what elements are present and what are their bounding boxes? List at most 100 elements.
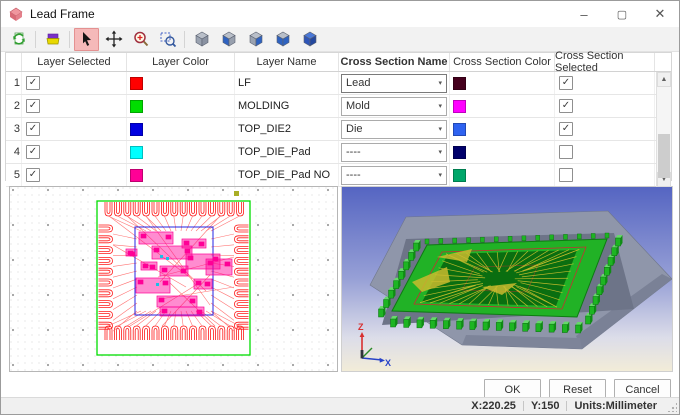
row-number: 3 xyxy=(6,118,22,140)
header-cross-section-color: Cross Section Color xyxy=(450,53,555,71)
cross-section-color-swatch[interactable] xyxy=(453,146,466,159)
cross-section-color-swatch[interactable] xyxy=(453,169,466,182)
table-row: 4 ✓ TOP_DIE_Pad ----▾ xyxy=(6,141,656,164)
close-button[interactable]: ✕ xyxy=(641,1,679,27)
axis-x-label: X xyxy=(385,358,391,368)
layer-palette-button[interactable] xyxy=(40,28,65,51)
view-cube-icon xyxy=(274,30,292,48)
layer-selected-checkbox[interactable]: ✓ xyxy=(26,145,40,159)
view-cube-shaded-button[interactable] xyxy=(297,28,322,51)
toolbar-separator xyxy=(184,31,185,48)
cross-section-selected-checkbox[interactable] xyxy=(559,145,573,159)
table-row: 1 ✓ LF Lead ▾ ✓ xyxy=(6,72,656,95)
toolbar-separator xyxy=(35,31,36,48)
cross-section-value: Lead xyxy=(346,77,370,89)
layer-selected-checkbox[interactable]: ✓ xyxy=(26,122,40,136)
layer-selected-checkbox[interactable]: ✓ xyxy=(26,76,40,90)
pan-icon xyxy=(105,30,123,48)
zoom-window-icon xyxy=(159,30,177,48)
select-cursor-button[interactable] xyxy=(74,28,99,51)
3d-viewport[interactable]: Z X xyxy=(341,186,673,372)
cross-section-dropdown[interactable]: Die ▾ xyxy=(341,120,447,139)
cross-section-selected-checkbox[interactable]: ✓ xyxy=(559,76,573,90)
cross-section-selected-checkbox[interactable]: ✓ xyxy=(559,122,573,136)
cross-section-color-swatch[interactable] xyxy=(453,100,466,113)
row-number: 1 xyxy=(6,72,22,94)
view-cube-iso-button[interactable] xyxy=(189,28,214,51)
status-x: X:220.25 xyxy=(471,400,516,412)
header-num xyxy=(6,53,22,71)
layer-name: MOLDING xyxy=(235,100,289,112)
table-header-row: Layer Selected Layer Color Layer Name Cr… xyxy=(6,53,671,72)
layer-color-swatch[interactable] xyxy=(130,123,143,136)
chevron-down-icon: ▾ xyxy=(438,171,442,179)
layer-table: Layer Selected Layer Color Layer Name Cr… xyxy=(5,52,672,181)
cross-section-selected-checkbox[interactable] xyxy=(559,168,573,182)
minimize-button[interactable]: – xyxy=(565,1,603,27)
window-title: Lead Frame xyxy=(30,7,95,21)
leadframe-3d-render: Z X xyxy=(342,187,672,371)
view-cube-front-button[interactable] xyxy=(270,28,295,51)
scroll-up-arrow[interactable]: ▲ xyxy=(657,72,671,87)
layer-name: TOP_DIE2 xyxy=(235,123,291,135)
cross-section-dropdown[interactable]: ----▾ xyxy=(341,143,447,162)
status-bar: X:220.25 Y:150 Units:Millimeter xyxy=(1,397,679,414)
row-number: 4 xyxy=(6,141,22,163)
layer-name: TOP_DIE_Pad NO xyxy=(235,169,330,181)
scrollbar-thumb[interactable] xyxy=(658,134,670,178)
view-cube-icon xyxy=(193,30,211,48)
resize-grip[interactable] xyxy=(667,402,677,412)
cross-section-dropdown[interactable]: Lead ▾ xyxy=(341,74,447,93)
2d-viewport[interactable] xyxy=(9,186,338,372)
layer-color-swatch[interactable] xyxy=(130,169,143,182)
pan-button[interactable] xyxy=(101,28,126,51)
reload-icon xyxy=(10,30,28,48)
layer-selected-checkbox[interactable]: ✓ xyxy=(26,168,40,182)
cross-section-dropdown[interactable]: Mold ▾ xyxy=(341,97,447,116)
zoom-dynamic-button[interactable] xyxy=(128,28,153,51)
maximize-button[interactable]: ▢ xyxy=(603,1,641,27)
status-separator xyxy=(523,401,524,411)
status-separator xyxy=(566,401,567,411)
chevron-down-icon: ▾ xyxy=(438,102,442,110)
view-cube-icon xyxy=(301,30,319,48)
layer-color-swatch[interactable] xyxy=(130,100,143,113)
cross-section-color-swatch[interactable] xyxy=(453,123,466,136)
row-number: 5 xyxy=(6,164,22,186)
status-units: Units:Millimeter xyxy=(574,400,657,412)
table-scrollbar[interactable]: ▲ ▼ xyxy=(656,72,671,187)
layer-name: TOP_DIE_Pad xyxy=(235,146,311,158)
status-y: Y:150 xyxy=(531,400,560,412)
chevron-down-icon: ▾ xyxy=(438,125,442,133)
title-bar[interactable]: Lead Frame – ▢ ✕ xyxy=(1,1,679,27)
chevron-down-icon: ▾ xyxy=(438,79,442,87)
cross-section-value: Die xyxy=(346,123,363,135)
axis-z-label: Z xyxy=(358,322,364,332)
layer-name: LF xyxy=(235,77,251,89)
leadframe-2d-drawing xyxy=(10,187,337,371)
layer-color-swatch[interactable] xyxy=(130,146,143,159)
toolbar-separator xyxy=(69,31,70,48)
layer-color-swatch[interactable] xyxy=(130,77,143,90)
app-icon xyxy=(8,6,24,22)
cross-section-value: Mold xyxy=(346,100,370,112)
view-cube-icon xyxy=(220,30,238,48)
cross-section-selected-checkbox[interactable]: ✓ xyxy=(559,99,573,113)
zoom-icon xyxy=(132,30,150,48)
row-number: 2 xyxy=(6,95,22,117)
table-row: 2 ✓ MOLDING Mold ▾ ✓ xyxy=(6,95,656,118)
view-cube-bottom-button[interactable] xyxy=(216,28,241,51)
layer-selected-checkbox[interactable]: ✓ xyxy=(26,99,40,113)
cursor-icon xyxy=(78,30,96,48)
header-filler xyxy=(655,53,671,71)
header-layer-color: Layer Color xyxy=(127,53,235,71)
cross-section-color-swatch[interactable] xyxy=(453,77,466,90)
view-cube-icon xyxy=(247,30,265,48)
view-cube-side-button[interactable] xyxy=(243,28,268,51)
cross-section-dropdown[interactable]: ---- ▾ xyxy=(341,166,447,185)
reload-layers-button[interactable] xyxy=(6,28,31,51)
header-cross-section-name: Cross Section Name xyxy=(339,53,450,71)
zoom-window-button[interactable] xyxy=(155,28,180,51)
chevron-down-icon: ▾ xyxy=(438,148,442,156)
cross-section-value: ---- xyxy=(346,169,361,181)
